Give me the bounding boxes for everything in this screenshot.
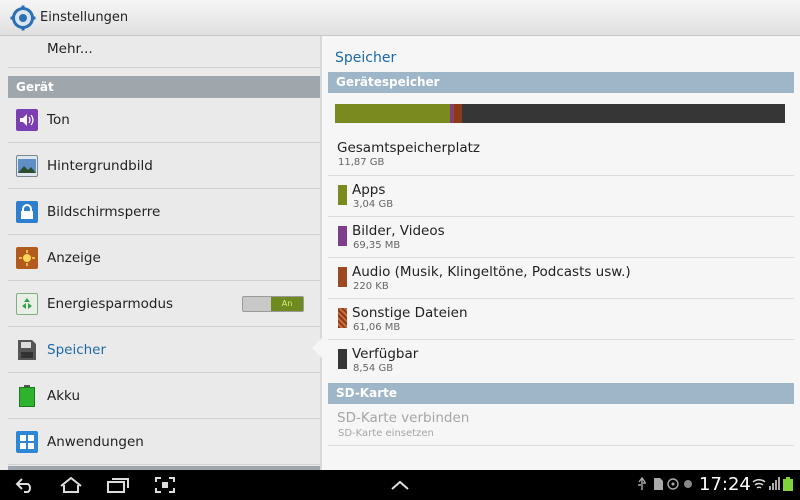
- title-bar: Einstellungen: [0, 0, 800, 36]
- sidebar-item-ton[interactable]: Ton: [8, 98, 320, 143]
- screenshot-button[interactable]: [154, 474, 176, 496]
- audio-color-swatch: [338, 267, 347, 287]
- home-icon: [60, 477, 82, 493]
- clock: 17:24: [699, 474, 751, 495]
- storage-row-label: Apps: [352, 182, 386, 198]
- storage-row-apps[interactable]: Apps 3,04 GB: [328, 176, 794, 217]
- page-title: Speicher: [335, 50, 397, 66]
- storage-row-available: Verfügbar 8,54 GB: [328, 340, 794, 381]
- sidebar-item-label: Mehr...: [47, 41, 93, 57]
- chevron-up-icon: [391, 480, 409, 490]
- pictures-color-swatch: [338, 226, 347, 246]
- sidebar-item-more[interactable]: Mehr...: [8, 36, 320, 68]
- sidebar-item-label: Speicher: [47, 342, 107, 358]
- sync-icon: [667, 478, 679, 490]
- dot-icon: [684, 480, 692, 488]
- sd-card-connect-sub: SD-Karte einsetzen: [338, 428, 434, 439]
- storage-row-value: 220 KB: [353, 281, 389, 292]
- screenshot-icon: [155, 477, 175, 493]
- app-title: Einstellungen: [40, 10, 129, 25]
- sidebar-item-speicher[interactable]: Speicher: [8, 328, 320, 373]
- display-icon: [16, 247, 38, 269]
- sidebar-item-label: Ton: [47, 112, 70, 128]
- usage-segment-3: [453, 104, 462, 123]
- usage-segment-0: [335, 104, 451, 123]
- sidebar-item-label: Energiesparmodus: [47, 296, 174, 312]
- sidebar-item-label: Bildschirmsperre: [47, 204, 161, 220]
- power-saving-toggle[interactable]: An: [242, 296, 304, 312]
- storage-row-value: 3,04 GB: [353, 199, 394, 210]
- wifi-icon: [752, 478, 766, 489]
- storage-detail-pane: Speicher Gerätespeicher Gesamtspeicherpl…: [322, 36, 800, 470]
- storage-row-label: Bilder, Videos: [352, 223, 445, 239]
- sidebar-item-label: Hintergrundbild: [47, 158, 153, 174]
- recent-apps-icon: [107, 478, 129, 493]
- storage-row-label: Audio (Musik, Klingeltöne, Podcasts usw.…: [352, 264, 631, 280]
- storage-icon: [16, 339, 38, 361]
- storage-row-value: 61,06 MB: [353, 322, 401, 333]
- apps-color-swatch: [338, 185, 347, 205]
- sidebar-section-header: Gerät: [8, 76, 320, 98]
- sound-icon: [16, 109, 38, 131]
- sidebar-item-anwendungen[interactable]: Anwendungen: [8, 420, 320, 465]
- storage-row-other-files[interactable]: Sonstige Dateien 61,06 MB: [328, 299, 794, 340]
- battery-icon: [16, 385, 38, 407]
- sidebar-item-energiesparmodus[interactable]: Energiesparmodus An: [8, 282, 320, 327]
- selection-pointer: [312, 338, 322, 358]
- storage-row-value: 69,35 MB: [353, 240, 401, 251]
- available-color-swatch: [338, 349, 347, 369]
- sd-card-header: SD-Karte: [328, 383, 794, 404]
- total-storage-value: 11,87 GB: [338, 157, 385, 168]
- device-storage-header: Gerätespeicher: [328, 72, 794, 93]
- storage-row-value: 8,54 GB: [353, 363, 394, 374]
- other-files-color-swatch: [338, 308, 347, 328]
- storage-row-audio[interactable]: Audio (Musik, Klingeltöne, Podcasts usw.…: [328, 258, 794, 299]
- power-saving-icon: [16, 293, 38, 315]
- sd-card-connect-label: SD-Karte verbinden: [337, 410, 470, 426]
- sd-card-icon: [654, 478, 663, 490]
- settings-sidebar: Mehr... Gerät Ton Hintergrundbild Bildsc…: [0, 36, 320, 470]
- sidebar-item-bildschirmsperre[interactable]: Bildschirmsperre: [8, 190, 320, 235]
- signal-icon: [769, 477, 780, 490]
- lock-icon: [16, 201, 38, 223]
- back-icon: [15, 478, 31, 493]
- settings-gear-icon[interactable]: [10, 5, 36, 31]
- usb-icon: [638, 477, 646, 490]
- storage-row-pictures-videos[interactable]: Bilder, Videos 69,35 MB: [328, 217, 794, 258]
- wallpaper-icon: [16, 155, 38, 177]
- storage-row-label: Sonstige Dateien: [352, 305, 468, 321]
- storage-row-label: Verfügbar: [352, 346, 419, 362]
- toggle-state-label: An: [271, 297, 303, 311]
- recent-apps-button[interactable]: [106, 474, 130, 496]
- total-storage-label: Gesamtspeicherplatz: [337, 140, 480, 156]
- sidebar-item-akku[interactable]: Akku: [8, 374, 320, 419]
- sidebar-item-hintergrundbild[interactable]: Hintergrundbild: [8, 144, 320, 189]
- system-navigation-bar: 17:24: [0, 470, 800, 500]
- sidebar-item-label: Anzeige: [47, 250, 101, 266]
- sidebar-item-anzeige[interactable]: Anzeige: [8, 236, 320, 281]
- sidebar-item-label: Anwendungen: [47, 434, 144, 450]
- quick-panel-button[interactable]: [390, 474, 410, 496]
- total-storage-row: Gesamtspeicherplatz 11,87 GB: [328, 134, 794, 176]
- back-button[interactable]: [14, 474, 36, 496]
- battery-status-icon: [783, 477, 793, 491]
- storage-usage-bar: [335, 104, 785, 123]
- sidebar-item-label: Akku: [47, 388, 81, 404]
- usage-segment-4: [461, 104, 785, 123]
- home-button[interactable]: [58, 474, 84, 496]
- apps-icon: [16, 431, 38, 453]
- sd-card-connect-row[interactable]: SD-Karte verbinden SD-Karte einsetzen: [328, 404, 794, 446]
